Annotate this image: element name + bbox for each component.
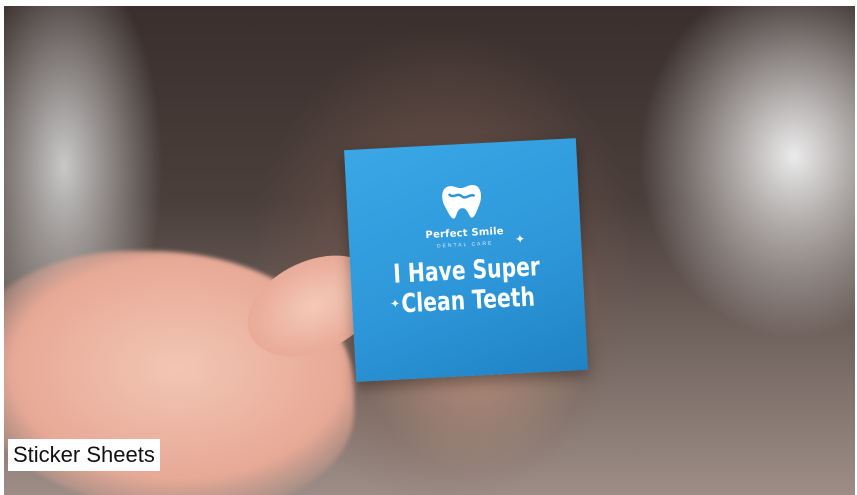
sticker-headline: I Have Super Clean Teeth [375, 251, 559, 320]
sticker: Perfect Smile DENTAL CARE I Have Super C… [344, 138, 588, 382]
caption-label[interactable]: Sticker Sheets [8, 439, 160, 471]
sparkle-icon: ✦ [389, 296, 401, 312]
product-image[interactable]: Perfect Smile DENTAL CARE I Have Super C… [4, 6, 855, 495]
tooth-icon [442, 185, 482, 219]
sparkle-icon: ✦ [514, 231, 526, 247]
